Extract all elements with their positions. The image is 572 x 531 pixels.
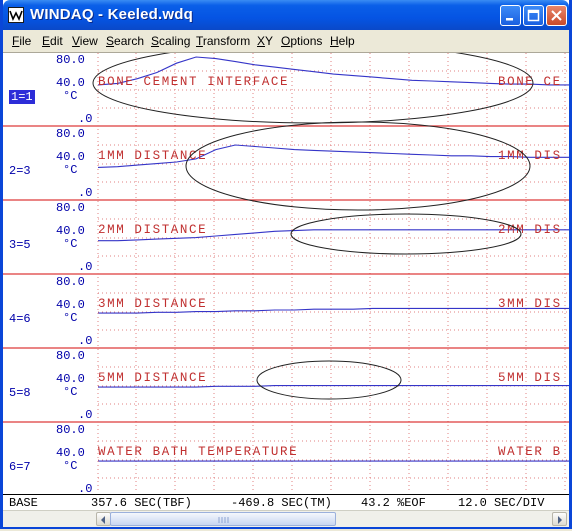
channel-1-ymid: 40.0 — [56, 76, 85, 90]
menu-search[interactable]: Search — [106, 34, 144, 48]
channel-3-label[interactable]: 3=5 — [9, 238, 31, 252]
menu-xy[interactable]: XY — [257, 34, 273, 48]
channel-5: 80.0 40.0 °C .0 5=8 5MM DISTANCE 5MM DIS — [3, 349, 569, 423]
minimize-icon — [506, 18, 513, 21]
channel-5-annotation: 5MM DISTANCE — [98, 371, 208, 385]
channel-3-annotation-repeat: 2MM DIS — [498, 223, 562, 237]
channel-1-annotation-repeat: BONE CE — [498, 75, 562, 89]
menu-scaling[interactable]: Scaling — [151, 34, 190, 48]
channel-4: 80.0 40.0 °C .0 4=6 3MM DISTANCE 3MM DIS — [3, 275, 569, 349]
maximize-button[interactable] — [523, 5, 544, 26]
menu-bar: File Edit View Search Scaling Transform … — [3, 30, 569, 53]
status-time-marker: -469.8 SEC(TM) — [231, 496, 332, 510]
channel-1-ymin: .0 — [78, 112, 93, 126]
channel-1-label[interactable]: 1=1 — [9, 90, 35, 104]
status-base: BASE — [9, 496, 38, 510]
channel-4-label[interactable]: 4=6 — [9, 312, 31, 326]
channel-2-ymid: 40.0 — [56, 150, 85, 164]
channel-2-unit: °C — [63, 163, 78, 177]
menu-options[interactable]: Options — [281, 34, 322, 48]
windaq-app-icon[interactable] — [8, 7, 24, 23]
channel-6-ymax: 80.0 — [56, 423, 85, 437]
horizontal-scrollbar[interactable] — [3, 510, 569, 527]
channel-6-annotation: WATER BATH TEMPERATURE — [98, 445, 299, 459]
channel-2: 80.0 40.0 °C .0 2=3 1MM DISTANCE 1MM DIS — [3, 127, 569, 201]
channel-5-unit: °C — [63, 385, 78, 399]
channel-5-ymid: 40.0 — [56, 372, 85, 386]
channel-3: 80.0 40.0 °C .0 3=5 2MM DISTANCE 2MM DIS — [3, 201, 569, 275]
status-eof: 43.2 %EOF — [361, 496, 426, 510]
channel-5-ymax: 80.0 — [56, 349, 85, 363]
status-time-before: 357.6 SEC(TBF) — [91, 496, 192, 510]
channel-2-ymax: 80.0 — [56, 127, 85, 141]
channel-4-ymin: .0 — [78, 334, 93, 348]
channel-6: 80.0 40.0 °C .0 6=7 WATER BATH TEMPERATU… — [3, 423, 569, 497]
waveform-display[interactable]: 80.0 40.0 °C .0 1=1 BONE CEMENT INTERFAC… — [3, 53, 569, 496]
channel-5-annotation-repeat: 5MM DIS — [498, 371, 562, 385]
channel-6-annotation-repeat: WATER B — [498, 445, 562, 459]
channel-2-ymin: .0 — [78, 186, 93, 200]
windaq-window: WINDAQ - Keeled.wdq File Edit View Searc… — [0, 0, 572, 529]
channel-4-ymid: 40.0 — [56, 298, 85, 312]
channel-2-label[interactable]: 2=3 — [9, 164, 31, 178]
arrow-right-icon — [558, 516, 562, 524]
channel-5-ymin: .0 — [78, 408, 93, 422]
scroll-thumb[interactable] — [110, 512, 336, 526]
close-button[interactable] — [546, 5, 567, 26]
title-bar[interactable]: WINDAQ - Keeled.wdq — [3, 0, 569, 30]
channel-3-annotation: 2MM DISTANCE — [98, 223, 208, 237]
channel-2-annotation-repeat: 1MM DIS — [498, 149, 562, 163]
channel-3-unit: °C — [63, 237, 78, 251]
channel-1-annotation: BONE CEMENT INTERFACE — [98, 75, 290, 89]
menu-help[interactable]: Help — [330, 34, 355, 48]
channel-6-ymid: 40.0 — [56, 446, 85, 460]
channel-3-ymid: 40.0 — [56, 224, 85, 238]
status-div: 12.0 SEC/DIV — [458, 496, 545, 510]
channel-4-annotation: 3MM DISTANCE — [98, 297, 208, 311]
scroll-right-button[interactable] — [552, 512, 567, 526]
menu-transform[interactable]: Transform — [196, 34, 250, 48]
minimize-button[interactable] — [500, 5, 521, 26]
channel-4-ymax: 80.0 — [56, 275, 85, 289]
channel-1-ymax: 80.0 — [56, 53, 85, 67]
channel-5-label[interactable]: 5=8 — [9, 386, 31, 400]
channel-4-unit: °C — [63, 311, 78, 325]
menu-file[interactable]: File — [12, 34, 31, 48]
channel-4-annotation-repeat: 3MM DIS — [498, 297, 562, 311]
channel-2-annotation: 1MM DISTANCE — [98, 149, 208, 163]
close-icon — [551, 10, 562, 21]
channel-6-unit: °C — [63, 459, 78, 473]
channel-6-label[interactable]: 6=7 — [9, 460, 31, 474]
channel-1-unit: °C — [63, 89, 78, 103]
status-bar: BASE 357.6 SEC(TBF) -469.8 SEC(TM) 43.2 … — [3, 494, 569, 511]
channel-3-ymin: .0 — [78, 260, 93, 274]
window-title: WINDAQ - Keeled.wdq — [30, 6, 193, 23]
scroll-left-button[interactable] — [96, 512, 111, 526]
menu-view[interactable]: View — [72, 34, 98, 48]
channel-1: 80.0 40.0 °C .0 1=1 BONE CEMENT INTERFAC… — [3, 53, 569, 127]
menu-edit[interactable]: Edit — [42, 34, 63, 48]
arrow-left-icon — [101, 516, 105, 524]
channel-3-ymax: 80.0 — [56, 201, 85, 215]
